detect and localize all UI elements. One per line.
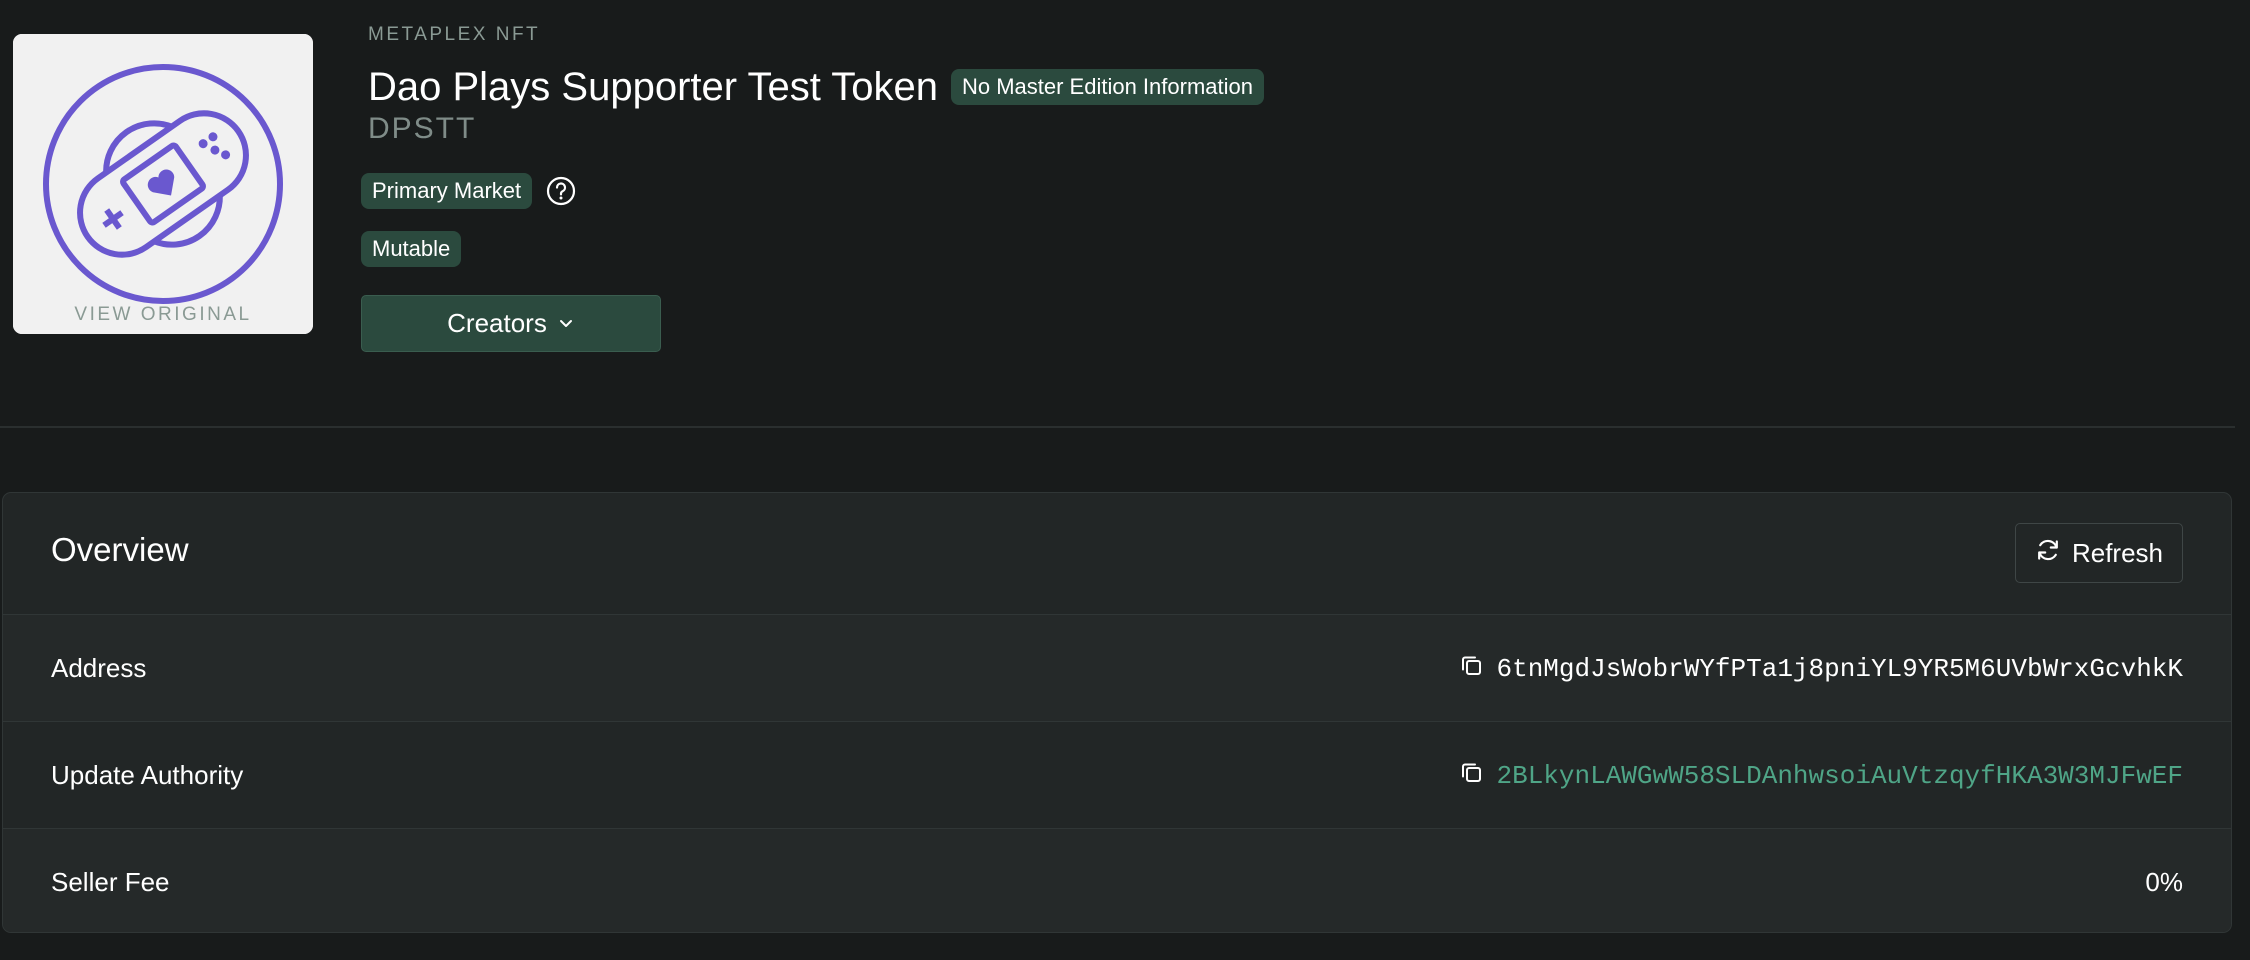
update-authority-label: Update Authority: [51, 760, 244, 790]
refresh-button[interactable]: Refresh: [2015, 523, 2183, 583]
chevron-down-icon: [557, 308, 575, 339]
nft-image[interactable]: [13, 34, 313, 334]
mutable-row: Mutable: [361, 231, 462, 267]
header-divider: [0, 426, 2235, 428]
update-authority-row: Update Authority 2BLkynLAWGwW58SLDAnhwso…: [3, 722, 2231, 829]
seller-fee-label: Seller Fee: [51, 867, 170, 897]
address-value[interactable]: 6tnMgdJsWobrWYfPTa1j8pniYL9YR5M6UVbWrxGc…: [1496, 654, 2183, 684]
overview-title: Overview: [51, 531, 189, 568]
seller-fee-value: 0%: [2145, 867, 2183, 897]
edition-badge: No Master Edition Information: [950, 69, 1264, 105]
overview-card-header: Overview Refresh: [3, 493, 2231, 615]
copy-icon[interactable]: [1458, 759, 1484, 792]
address-label: Address: [51, 653, 147, 683]
nft-title: Dao Plays Supporter Test Token: [368, 65, 938, 109]
nft-symbol: DPSTT: [368, 112, 477, 145]
primary-market-badge: Primary Market: [361, 173, 533, 209]
mutable-badge: Mutable: [361, 231, 462, 267]
market-row: Primary Market: [361, 173, 577, 209]
update-authority-link[interactable]: 2BLkynLAWGwW58SLDAnhwsoiAuVtzqyfHKA3W3MJ…: [1496, 761, 2183, 791]
help-circle-icon[interactable]: [545, 175, 577, 207]
creators-label: Creators: [447, 308, 547, 338]
refresh-icon: [2035, 537, 2061, 570]
refresh-label: Refresh: [2071, 537, 2164, 568]
overview-card: Overview Refresh Address 6tnMgdJsWobrWYf…: [2, 492, 2232, 933]
pretitle: METAPLEX NFT: [368, 24, 541, 45]
view-original-link[interactable]: VIEW ORIGINAL: [13, 304, 313, 326]
address-value-group: 6tnMgdJsWobrWYfPTa1j8pniYL9YR5M6UVbWrxGc…: [1458, 615, 2183, 722]
creators-dropdown-button[interactable]: Creators: [361, 295, 661, 352]
header-content: METAPLEX NFT Dao Plays Supporter Test To…: [361, 0, 1761, 380]
address-row: Address 6tnMgdJsWobrWYfPTa1j8pniYL9YR5M6…: [3, 615, 2231, 722]
gamepad-bandage-icon: [13, 34, 313, 334]
nft-header: VIEW ORIGINAL METAPLEX NFT Dao Plays Sup…: [0, 0, 2250, 428]
update-authority-value-group: 2BLkynLAWGwW58SLDAnhwsoiAuVtzqyfHKA3W3MJ…: [1458, 722, 2183, 829]
title-row: Dao Plays Supporter Test Token No Master…: [368, 62, 1264, 112]
seller-fee-row: Seller Fee 0%: [3, 829, 2231, 932]
copy-icon[interactable]: [1458, 652, 1484, 685]
